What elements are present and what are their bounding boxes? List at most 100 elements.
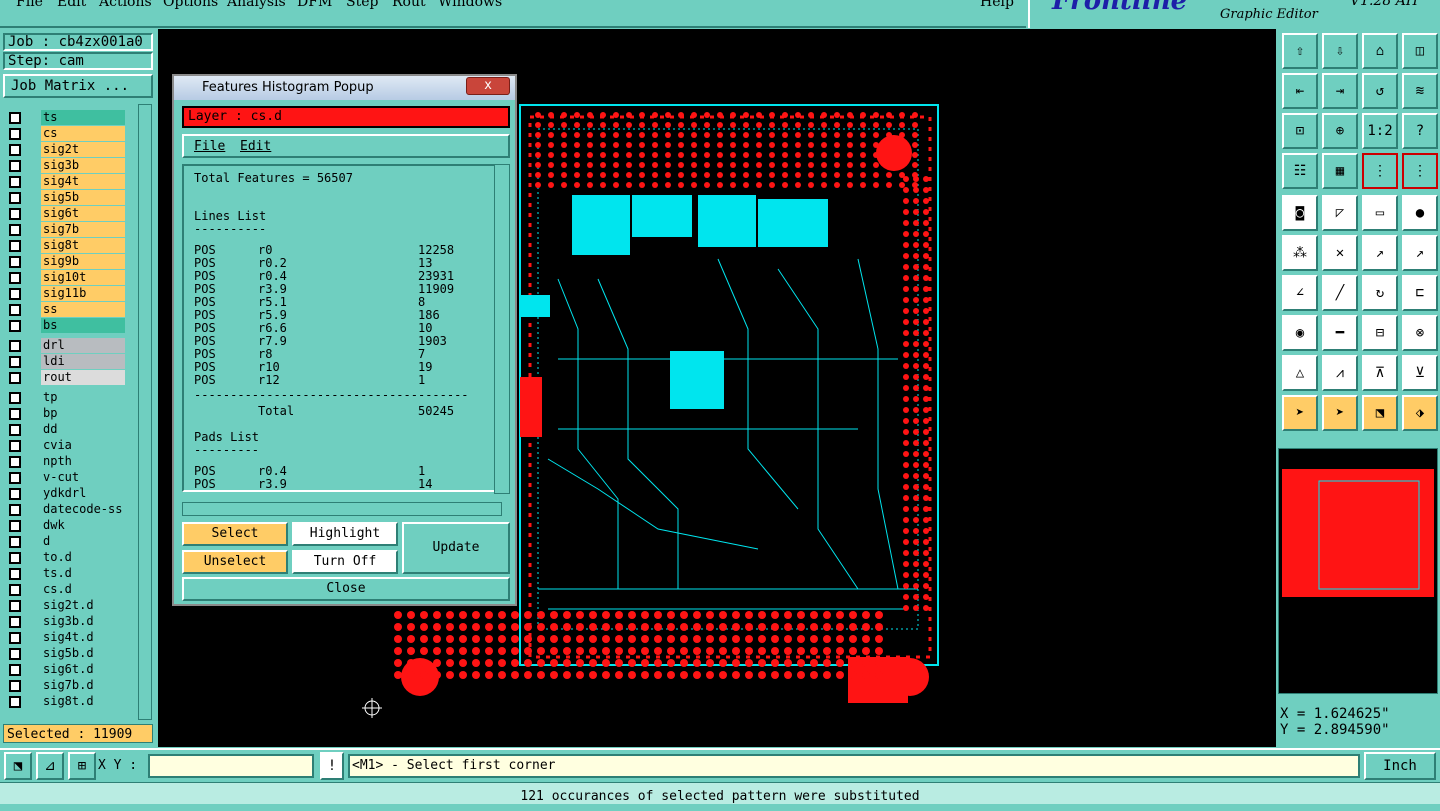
layer-affected-toggle[interactable] [27,318,41,333]
tri4-icon[interactable]: ⊻ [1402,355,1438,391]
layer-name[interactable]: rout [41,370,125,385]
menu-file[interactable]: File [16,0,43,10]
layer-row[interactable]: sig6t [3,206,127,221]
layer-name[interactable]: sig2t.d [41,598,125,613]
layer-checkbox[interactable] [9,112,21,124]
layer-row[interactable]: sig5b.d [3,646,127,661]
layer-affected-toggle[interactable] [27,338,41,353]
layer-name[interactable]: ts.d [41,566,125,581]
layer-checkbox[interactable] [9,408,21,420]
select-button[interactable]: Select [182,522,288,546]
layer-affected-toggle[interactable] [27,354,41,369]
zoom-area-icon[interactable]: ⬔ [4,752,32,780]
box-icon[interactable]: ⊟ [1362,315,1398,351]
layer-affected-toggle[interactable] [27,254,41,269]
layer-checkbox[interactable] [9,256,21,268]
layer-checkbox[interactable] [9,568,21,580]
menu-edit[interactable]: Edit [57,0,86,10]
histogram-cell[interactable]: 50245 [418,405,454,418]
layer-name[interactable]: sig4t.d [41,630,125,645]
histogram-cell[interactable]: 1 [418,374,425,387]
popup-menu-edit[interactable]: Edit [240,139,271,154]
layer-name[interactable]: sig9b [41,254,125,269]
snap-icon[interactable]: ⋮ [1362,153,1398,189]
layer-checkbox[interactable] [9,304,21,316]
layer-checkbox[interactable] [9,224,21,236]
layer-affected-toggle[interactable] [27,662,41,677]
layer-affected-toggle[interactable] [27,502,41,517]
layer-checkbox[interactable] [9,240,21,252]
layer-affected-toggle[interactable] [27,110,41,125]
layer-name[interactable]: sig3b.d [41,614,125,629]
layer-affected-toggle[interactable] [27,126,41,141]
layer-checkbox[interactable] [9,520,21,532]
layer-name[interactable]: sig7b [41,222,125,237]
layer-row[interactable]: sig6t.d [3,662,127,677]
select3-icon[interactable]: ⬗ [1402,395,1438,431]
layer-row[interactable]: datecode-ss [3,502,127,517]
layer-checkbox[interactable] [9,488,21,500]
tri2-icon[interactable]: ⩘ [1322,355,1358,391]
layer-name[interactable]: sig10t [41,270,125,285]
layer-affected-toggle[interactable] [27,158,41,173]
left-icon[interactable]: ⇤ [1282,73,1318,109]
turn-off-button[interactable]: Turn Off [292,550,398,574]
help-icon[interactable]: ? [1402,113,1438,149]
layer-name[interactable]: npth [41,454,125,469]
layer-name[interactable]: tp [41,390,125,405]
layer-row[interactable]: ldi [3,354,127,369]
menu-dfm[interactable]: DFM [297,0,332,10]
layer-affected-toggle[interactable] [27,142,41,157]
unselect-button[interactable]: Unselect [182,550,288,574]
layer-name[interactable]: ydkdrl [41,486,125,501]
layer-affected-toggle[interactable] [27,534,41,549]
layer-name[interactable]: v-cut [41,470,125,485]
layer-name[interactable]: dd [41,422,125,437]
layer-checkbox[interactable] [9,552,21,564]
layer-checkbox[interactable] [9,208,21,220]
layer-row[interactable]: cs.d [3,582,127,597]
layer-affected-toggle[interactable] [27,582,41,597]
menu-windows[interactable]: Windows [438,0,502,10]
layer-affected-toggle[interactable] [27,598,41,613]
layer-affected-toggle[interactable] [27,174,41,189]
layer-name[interactable]: datecode-ss [41,502,125,517]
layer-checkbox[interactable] [9,648,21,660]
net-icon[interactable]: ⁂ [1282,235,1318,271]
histogram-cell[interactable]: POS [194,374,216,387]
arc-icon[interactable]: ↻ [1362,275,1398,311]
slash-icon[interactable]: ╱ [1322,275,1358,311]
layer-row[interactable]: sig3b.d [3,614,127,629]
layer-checkbox[interactable] [9,536,21,548]
layer-affected-toggle[interactable] [27,390,41,405]
layer-checkbox[interactable] [9,664,21,676]
layer-row[interactable]: sig7b [3,222,127,237]
fit-icon[interactable]: ⊡ [1282,113,1318,149]
histogram-cell[interactable]: 14 [418,478,432,491]
grid-snap-icon[interactable]: ⊞ [68,752,96,780]
zoom-icon[interactable]: ⊕ [1322,113,1358,149]
layer-row[interactable]: npth [3,454,127,469]
layer-row[interactable]: cvia [3,438,127,453]
histogram-cell[interactable]: Total [258,405,294,418]
layer-checkbox[interactable] [9,632,21,644]
popup-menu-file[interactable]: File [194,139,225,154]
layer-checkbox[interactable] [9,320,21,332]
layer-checkbox[interactable] [9,288,21,300]
layer-checkbox[interactable] [9,472,21,484]
layer-affected-toggle[interactable] [27,206,41,221]
layer-row[interactable]: sig3b [3,158,127,173]
pad-icon[interactable]: ◙ [1282,195,1318,231]
layer-row[interactable]: sig2t [3,142,127,157]
scale-icon[interactable]: 1:2 [1362,113,1398,149]
line-icon[interactable]: ◸ [1322,195,1358,231]
layer-row[interactable]: rout [3,370,127,385]
layer-checkbox[interactable] [9,392,21,404]
layer-checkbox[interactable] [9,372,21,384]
layer-name[interactable]: sig2t [41,142,125,157]
layer-name[interactable]: sig5b [41,190,125,205]
move-icon[interactable]: ◉ [1282,315,1318,351]
layer-name[interactable]: bp [41,406,125,421]
layer-row[interactable]: ss [3,302,127,317]
layer-affected-toggle[interactable] [27,438,41,453]
